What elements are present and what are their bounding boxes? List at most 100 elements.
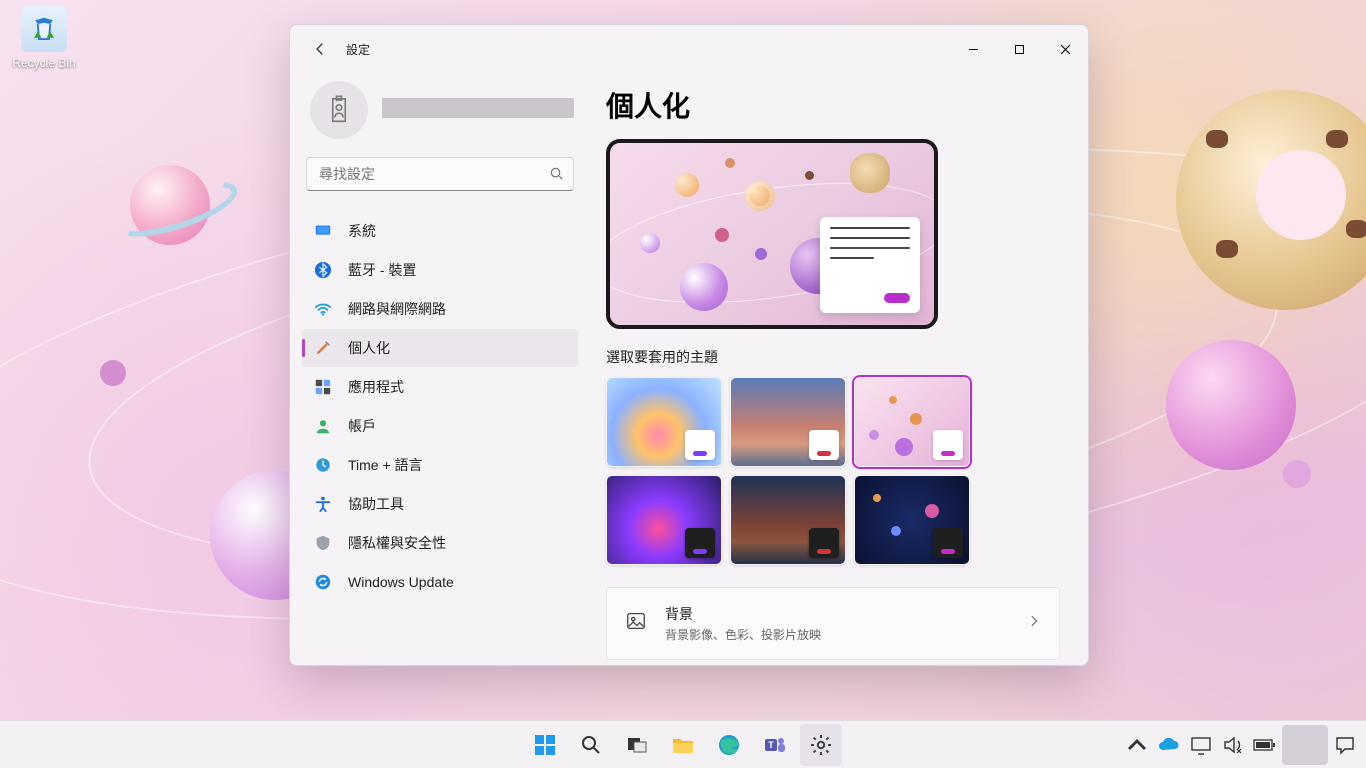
nav-label: 藍牙 - 裝置: [348, 260, 416, 280]
settings-app[interactable]: [800, 724, 842, 766]
tray-onedrive[interactable]: [1154, 725, 1184, 765]
edge-icon: [717, 733, 741, 757]
nav-item-apps[interactable]: 應用程式: [302, 368, 578, 406]
nav-item-windows-update[interactable]: Windows Update: [302, 563, 578, 601]
search-icon: [579, 733, 603, 757]
folder-icon: [671, 733, 695, 757]
row-title: 背景: [665, 604, 1009, 624]
teams-icon: T: [763, 733, 787, 757]
theme-option-6[interactable]: [854, 475, 970, 565]
content-area: 個人化: [590, 73, 1088, 665]
nav-item-accessibility[interactable]: 協助工具: [302, 485, 578, 523]
nav-item-network[interactable]: 網路與網際網路: [302, 290, 578, 328]
maximize-icon: [1014, 44, 1025, 55]
page-title: 個人化: [606, 85, 1060, 125]
speaker-icon: [1221, 733, 1245, 757]
nav-label: 協助工具: [348, 494, 404, 514]
maximize-button[interactable]: [996, 33, 1042, 65]
taskbar-search[interactable]: [570, 724, 612, 766]
wifi-icon: [314, 300, 332, 318]
gear-icon: [809, 733, 833, 757]
paintbrush-icon: [314, 339, 332, 357]
close-icon: [1060, 44, 1071, 55]
cloud-icon: [1157, 733, 1181, 757]
nav-label: 個人化: [348, 338, 390, 358]
person-badge-icon: [324, 95, 354, 125]
nav-item-time-language[interactable]: Time + 語言: [302, 446, 578, 484]
theme-option-2[interactable]: [730, 377, 846, 467]
window-title: 設定: [346, 41, 370, 58]
desktop-preview[interactable]: [606, 139, 938, 329]
setting-row-background[interactable]: 背景 背景影像、色彩、投影片放映: [606, 587, 1060, 660]
theme-grid: [606, 377, 1060, 565]
svg-text:T: T: [768, 740, 774, 750]
desktop: Recycle Bin 設定: [0, 0, 1366, 768]
account-name-redacted: [382, 98, 574, 122]
avatar: [310, 81, 368, 139]
task-view[interactable]: [616, 724, 658, 766]
apps-icon: [314, 378, 332, 396]
theme-section-label: 選取要套用的主題: [606, 347, 1060, 367]
search-input[interactable]: [306, 157, 574, 191]
recycle-bin-icon: [21, 6, 67, 52]
update-icon: [314, 573, 332, 591]
titlebar: 設定: [290, 25, 1088, 73]
theme-option-4[interactable]: [606, 475, 722, 565]
taskbar-center: T: [524, 724, 842, 766]
tray-battery[interactable]: [1250, 725, 1280, 765]
account-header[interactable]: [296, 73, 584, 157]
person-icon: [314, 417, 332, 435]
nav-label: 系統: [348, 221, 376, 241]
monitor-icon: [1189, 733, 1213, 757]
nav-item-personalization[interactable]: 個人化: [302, 329, 578, 367]
chevron-up-icon: [1125, 733, 1149, 757]
teams[interactable]: T: [754, 724, 796, 766]
nav-label: Time + 語言: [348, 455, 423, 475]
recycle-bin[interactable]: Recycle Bin: [6, 6, 82, 70]
chat-icon: [1333, 733, 1357, 757]
tray-volume[interactable]: [1218, 725, 1248, 765]
nav-item-bluetooth[interactable]: 藍牙 - 裝置: [302, 251, 578, 289]
wallpaper-planet: [1283, 460, 1311, 488]
search-box: [306, 157, 574, 191]
minimize-button[interactable]: [950, 33, 996, 65]
row-subtitle: 背景影像、色彩、投影片放映: [665, 626, 1009, 643]
shield-icon: [314, 534, 332, 552]
image-icon: [625, 610, 647, 637]
nav-label: 應用程式: [348, 377, 404, 397]
sidebar: 系統 藍牙 - 裝置 網路與網際網路 個人化: [290, 73, 590, 665]
search-icon: [549, 166, 564, 186]
theme-option-1[interactable]: [606, 377, 722, 467]
display-icon: [314, 222, 332, 240]
theme-option-3[interactable]: [854, 377, 970, 467]
accessibility-icon: [314, 495, 332, 513]
tray-network[interactable]: [1186, 725, 1216, 765]
nav-item-privacy[interactable]: 隱私權與安全性: [302, 524, 578, 562]
tray-language[interactable]: [1282, 725, 1328, 765]
edge-browser[interactable]: [708, 724, 750, 766]
close-button[interactable]: [1042, 33, 1088, 65]
theme-option-5[interactable]: [730, 475, 846, 565]
wallpaper-planet: [100, 360, 126, 386]
nav-label: 網路與網際網路: [348, 299, 446, 319]
wallpaper-planet: [130, 165, 210, 245]
start-button[interactable]: [524, 724, 566, 766]
settings-window: 設定: [289, 24, 1089, 666]
nav-item-system[interactable]: 系統: [302, 212, 578, 250]
nav-label: 隱私權與安全性: [348, 533, 446, 553]
windows-icon: [533, 733, 557, 757]
nav-list: 系統 藍牙 - 裝置 網路與網際網路 個人化: [296, 205, 584, 608]
tray-notifications[interactable]: [1330, 725, 1360, 765]
chevron-right-icon: [1027, 614, 1041, 633]
file-explorer[interactable]: [662, 724, 704, 766]
preview-window-thumb: [820, 217, 920, 313]
clock-globe-icon: [314, 456, 332, 474]
nav-label: Windows Update: [348, 574, 454, 590]
task-view-icon: [625, 733, 649, 757]
recycle-bin-label: Recycle Bin: [12, 56, 75, 70]
bluetooth-icon: [314, 261, 332, 279]
back-button[interactable]: [300, 29, 340, 69]
tray-overflow[interactable]: [1122, 725, 1152, 765]
system-tray: [1122, 725, 1360, 765]
nav-item-accounts[interactable]: 帳戶: [302, 407, 578, 445]
